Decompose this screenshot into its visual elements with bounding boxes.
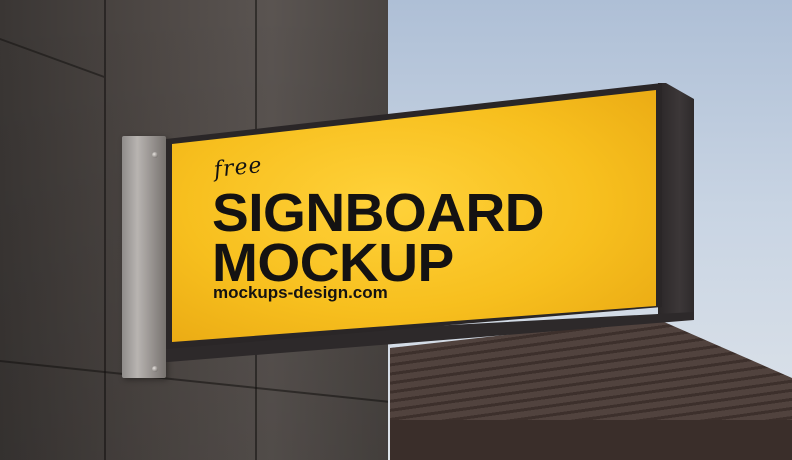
background-building-base — [390, 420, 792, 460]
sign-headline-line2: MOCKUP — [212, 233, 454, 293]
sign-headline-line1: SIGNBOARD — [212, 183, 545, 243]
sign-box-side — [658, 83, 694, 317]
sign-website-text: mockups-design.com — [213, 283, 388, 302]
bracket-bolt — [152, 366, 158, 372]
signboard-photo-scene: free SIGNBOARD MOCKUP mockups-design.com — [0, 0, 792, 460]
sign-mounting-bracket — [122, 136, 166, 378]
bracket-bolt — [152, 152, 158, 158]
sign-script-word: free — [212, 152, 264, 183]
